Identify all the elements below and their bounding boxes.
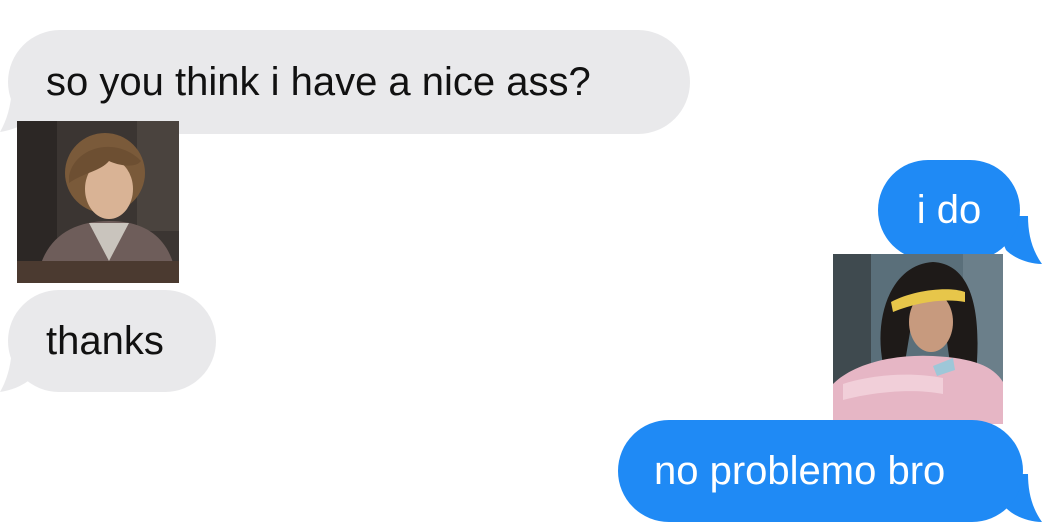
message-text: i do — [916, 188, 982, 232]
message-text: thanks — [46, 319, 164, 363]
right-photo — [833, 254, 1003, 424]
message-bubble-outgoing[interactable]: no problemo bro — [618, 420, 1023, 522]
message-text: no problemo bro — [654, 449, 946, 493]
message-text: so you think i have a nice ass? — [46, 60, 591, 104]
left-photo — [17, 121, 179, 283]
message-thread: so you think i have a nice ass? i do tha… — [0, 0, 1043, 530]
message-bubble-incoming[interactable]: thanks — [8, 290, 216, 392]
message-bubble-outgoing[interactable]: i do — [878, 160, 1020, 260]
message-bubble-incoming[interactable]: so you think i have a nice ass? — [8, 30, 690, 134]
